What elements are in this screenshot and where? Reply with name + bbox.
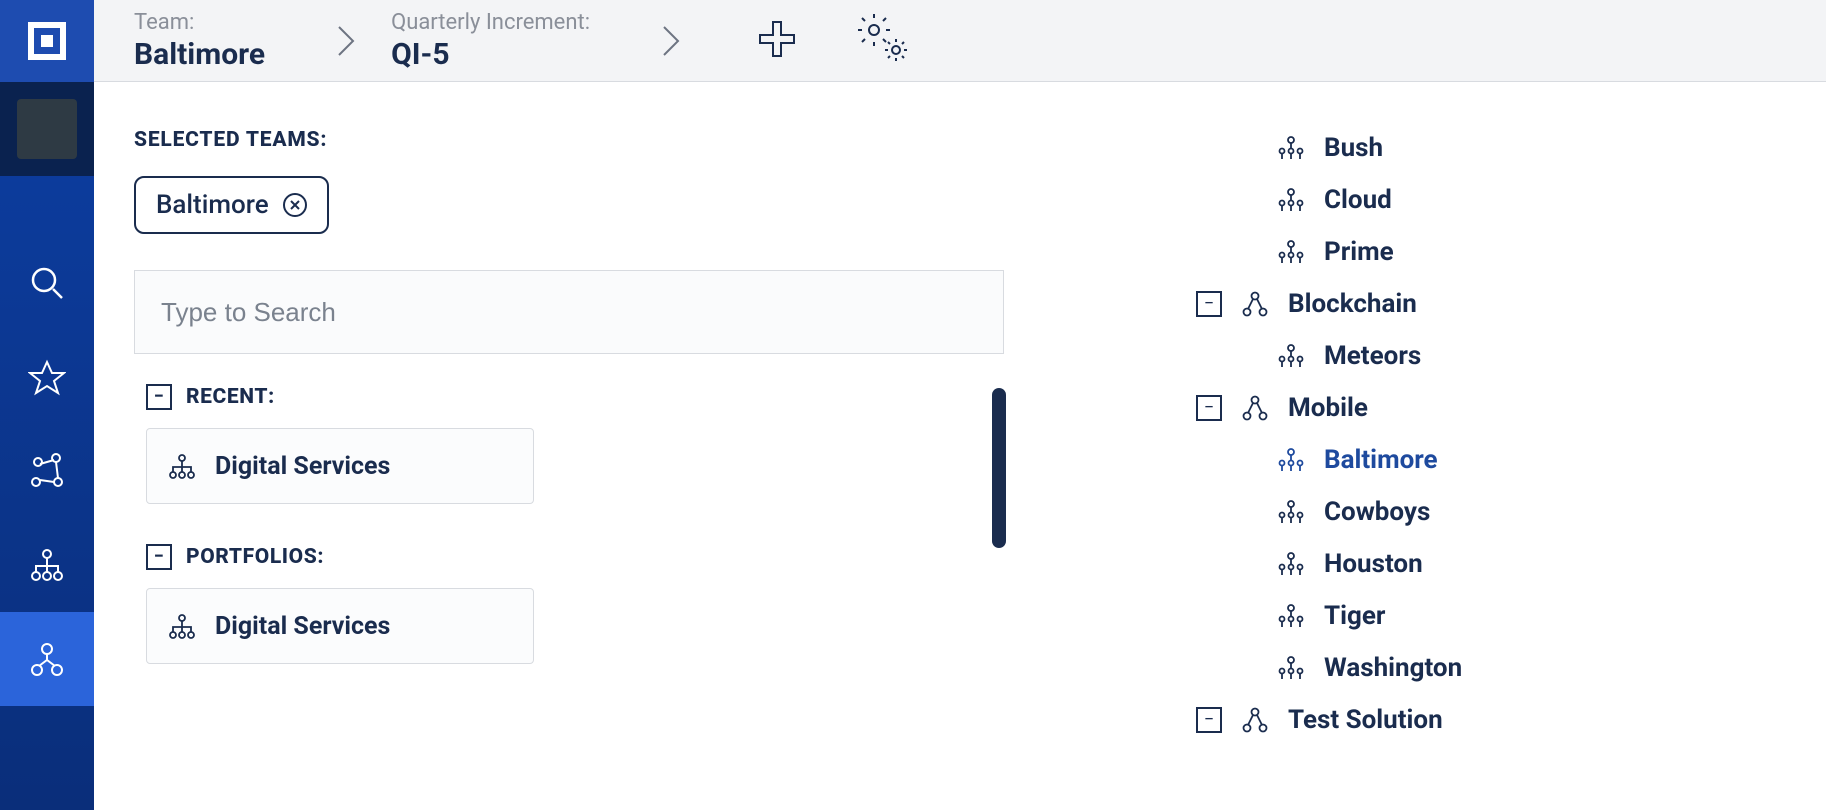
recent-group-header[interactable]: − RECENT: xyxy=(146,384,1004,410)
remove-chip-icon[interactable] xyxy=(283,193,307,217)
tree-team-label: Washington xyxy=(1324,653,1462,683)
tree-team-label: Baltimore xyxy=(1324,445,1438,475)
tree-team[interactable]: Prime xyxy=(1186,226,1826,278)
tree-team[interactable]: Cowboys xyxy=(1186,486,1826,538)
tree-solution[interactable]: − Mobile xyxy=(1186,382,1826,434)
logo-icon xyxy=(25,19,69,63)
tree-solution[interactable]: − Blockchain xyxy=(1186,278,1826,330)
nav-network[interactable] xyxy=(0,424,94,518)
tree-team-label: Prime xyxy=(1324,237,1394,267)
tree-team[interactable]: Bush xyxy=(1186,122,1826,174)
search-input[interactable] xyxy=(159,296,979,329)
portfolios-group-title: PORTFOLIOS: xyxy=(186,545,324,569)
portfolio-icon xyxy=(167,451,197,481)
tree-team[interactable]: Tiger xyxy=(1186,590,1826,642)
nav-teams[interactable] xyxy=(0,612,94,706)
breadcrumb-qi-value: QI-5 xyxy=(391,37,590,72)
nav-favorites[interactable] xyxy=(0,330,94,424)
hierarchy-icon xyxy=(28,546,66,584)
solution-icon xyxy=(1240,394,1270,422)
team-chip-label: Baltimore xyxy=(156,190,269,220)
breadcrumb-chevron xyxy=(335,23,357,59)
team-tree-panel: Bush Cloud Prime − Blockchain Meteors − Mobile B… xyxy=(1186,82,1826,810)
team-chip[interactable]: Baltimore xyxy=(134,176,329,234)
chevron-right-icon xyxy=(660,23,682,59)
solution-icon xyxy=(1240,706,1270,734)
tree-team[interactable]: Meteors xyxy=(1186,330,1826,382)
user-avatar[interactable] xyxy=(0,82,94,176)
portfolio-icon xyxy=(167,611,197,641)
tree-solution[interactable]: − Test Solution xyxy=(1186,694,1826,746)
breadcrumb-team[interactable]: Team: Baltimore xyxy=(94,0,265,82)
selected-teams-title: SELECTED TEAMS: xyxy=(134,128,1104,152)
gears-icon xyxy=(854,12,912,66)
tree-team[interactable]: Houston xyxy=(1186,538,1826,590)
tree-team-label: Cowboys xyxy=(1324,497,1430,527)
solution-icon xyxy=(1240,290,1270,318)
tree-solution-label: Mobile xyxy=(1288,393,1368,423)
tree-team-label: Bush xyxy=(1324,133,1383,163)
team-icon xyxy=(1276,655,1306,681)
network-icon xyxy=(28,452,66,490)
team-tree-icon xyxy=(28,640,66,678)
tree-team[interactable]: Washington xyxy=(1186,642,1826,694)
tree-solution-label: Blockchain xyxy=(1288,289,1417,319)
chevron-right-icon xyxy=(335,23,357,59)
team-icon xyxy=(1276,239,1306,265)
search-icon xyxy=(28,264,66,302)
tree-team-label: Cloud xyxy=(1324,185,1392,215)
scrollbar-thumb[interactable] xyxy=(992,388,1006,548)
recent-item[interactable]: Digital Services xyxy=(146,428,534,504)
add-button[interactable] xyxy=(756,18,798,64)
recent-group-title: RECENT: xyxy=(186,385,275,409)
team-icon xyxy=(1276,447,1306,473)
tree-team[interactable]: Cloud xyxy=(1186,174,1826,226)
settings-button[interactable] xyxy=(854,12,912,70)
collapse-toggle[interactable]: − xyxy=(146,384,172,410)
avatar-image xyxy=(17,99,77,159)
tree-team[interactable]: Baltimore xyxy=(1186,434,1826,486)
search-box[interactable] xyxy=(134,270,1004,354)
selected-teams-chips: Baltimore xyxy=(134,176,1104,234)
nav-rail xyxy=(0,0,94,810)
star-icon xyxy=(28,358,66,396)
team-icon xyxy=(1276,551,1306,577)
portfolios-group-header[interactable]: − PORTFOLIOS: xyxy=(146,544,1004,570)
team-icon xyxy=(1276,603,1306,629)
portfolio-item-label: Digital Services xyxy=(215,612,390,641)
breadcrumb-team-value: Baltimore xyxy=(134,37,265,72)
collapse-toggle[interactable]: − xyxy=(1196,707,1222,733)
team-icon xyxy=(1276,187,1306,213)
app-logo[interactable] xyxy=(0,0,94,82)
collapse-toggle[interactable]: − xyxy=(1196,395,1222,421)
portfolio-item[interactable]: Digital Services xyxy=(146,588,534,664)
close-icon xyxy=(289,199,301,211)
breadcrumb-chevron xyxy=(660,23,682,59)
breadcrumb-bar: Team: Baltimore Quarterly Increment: QI-… xyxy=(94,0,1826,82)
recent-item-label: Digital Services xyxy=(215,452,390,481)
nav-hierarchy[interactable] xyxy=(0,518,94,612)
breadcrumb-qi[interactable]: Quarterly Increment: QI-5 xyxy=(391,0,590,82)
plus-icon xyxy=(756,18,798,60)
nav-search[interactable] xyxy=(0,236,94,330)
breadcrumb-team-label: Team: xyxy=(134,10,265,35)
collapse-toggle[interactable]: − xyxy=(1196,291,1222,317)
team-selector-panel: SELECTED TEAMS: Baltimore − RECENT: Digi… xyxy=(94,82,1104,810)
team-icon xyxy=(1276,499,1306,525)
collapse-toggle[interactable]: − xyxy=(146,544,172,570)
results-scroll-area: − RECENT: Digital Services − PORTFOLIOS: xyxy=(134,384,1004,664)
team-icon xyxy=(1276,343,1306,369)
tree-team-label: Tiger xyxy=(1324,601,1385,631)
breadcrumb-qi-label: Quarterly Increment: xyxy=(391,10,590,35)
team-icon xyxy=(1276,135,1306,161)
tree-solution-label: Test Solution xyxy=(1288,705,1443,735)
tree-team-label: Meteors xyxy=(1324,341,1421,371)
tree-team-label: Houston xyxy=(1324,549,1423,579)
